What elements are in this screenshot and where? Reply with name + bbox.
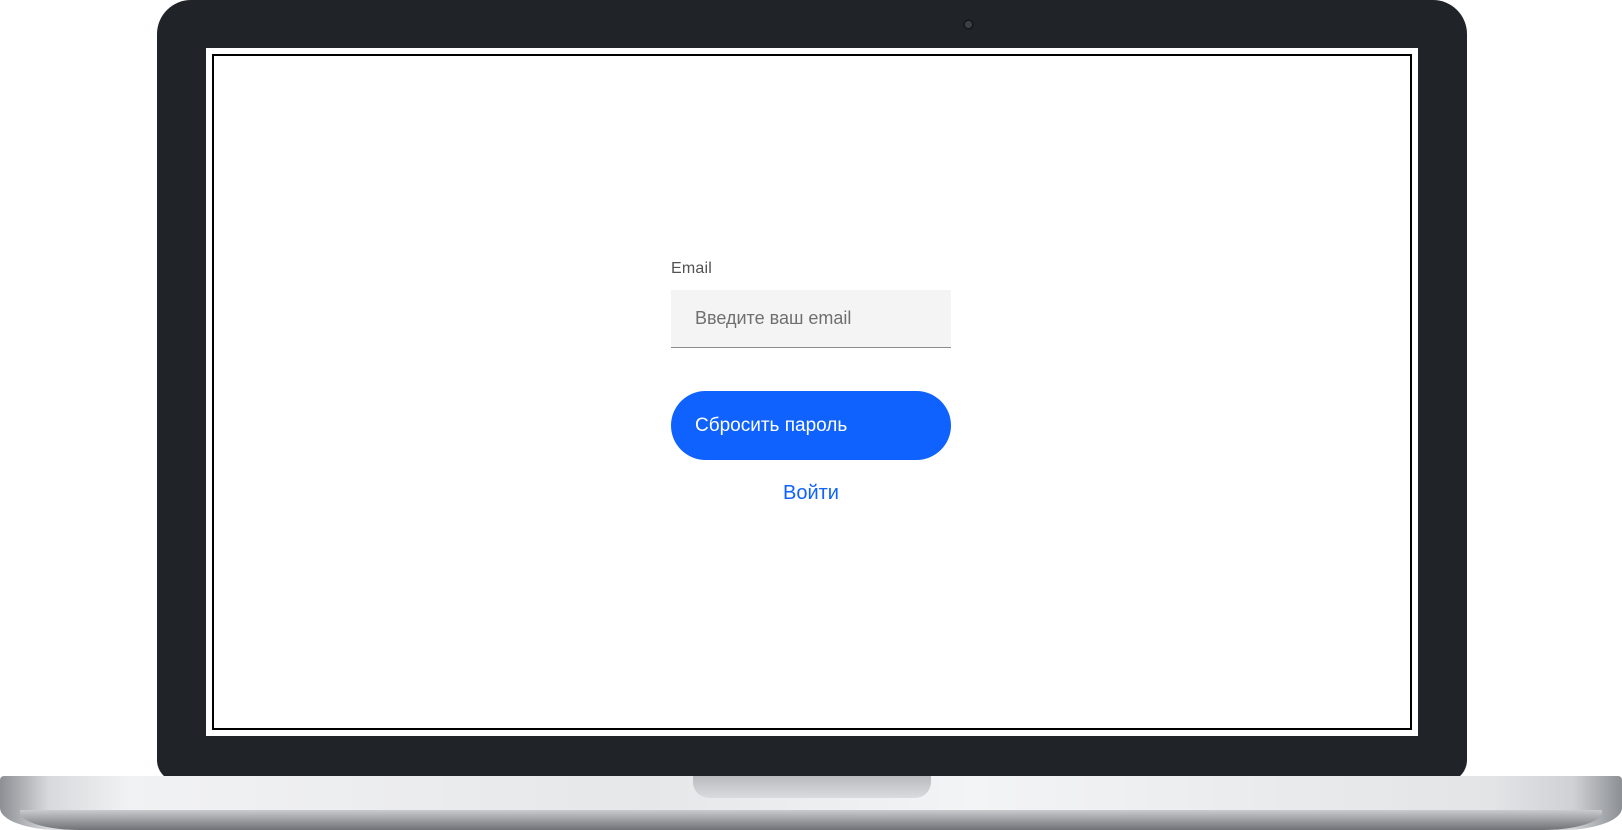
email-label: Email [671,260,713,277]
laptop-mockup: Email Сбросить пароль Войти [0,0,1622,830]
laptop-screen: Email Сбросить пароль Войти [206,48,1418,736]
password-reset-form: Email Сбросить пароль Войти [671,260,951,505]
email-input[interactable] [671,290,951,348]
webcam-icon [963,19,974,30]
login-link[interactable]: Войти [671,482,951,505]
laptop-lid-notch [693,776,931,798]
laptop-base-edge [20,810,1602,830]
page-viewport: Email Сбросить пароль Войти [212,54,1412,730]
laptop-base [0,776,1622,830]
reset-password-button[interactable]: Сбросить пароль [671,391,951,460]
